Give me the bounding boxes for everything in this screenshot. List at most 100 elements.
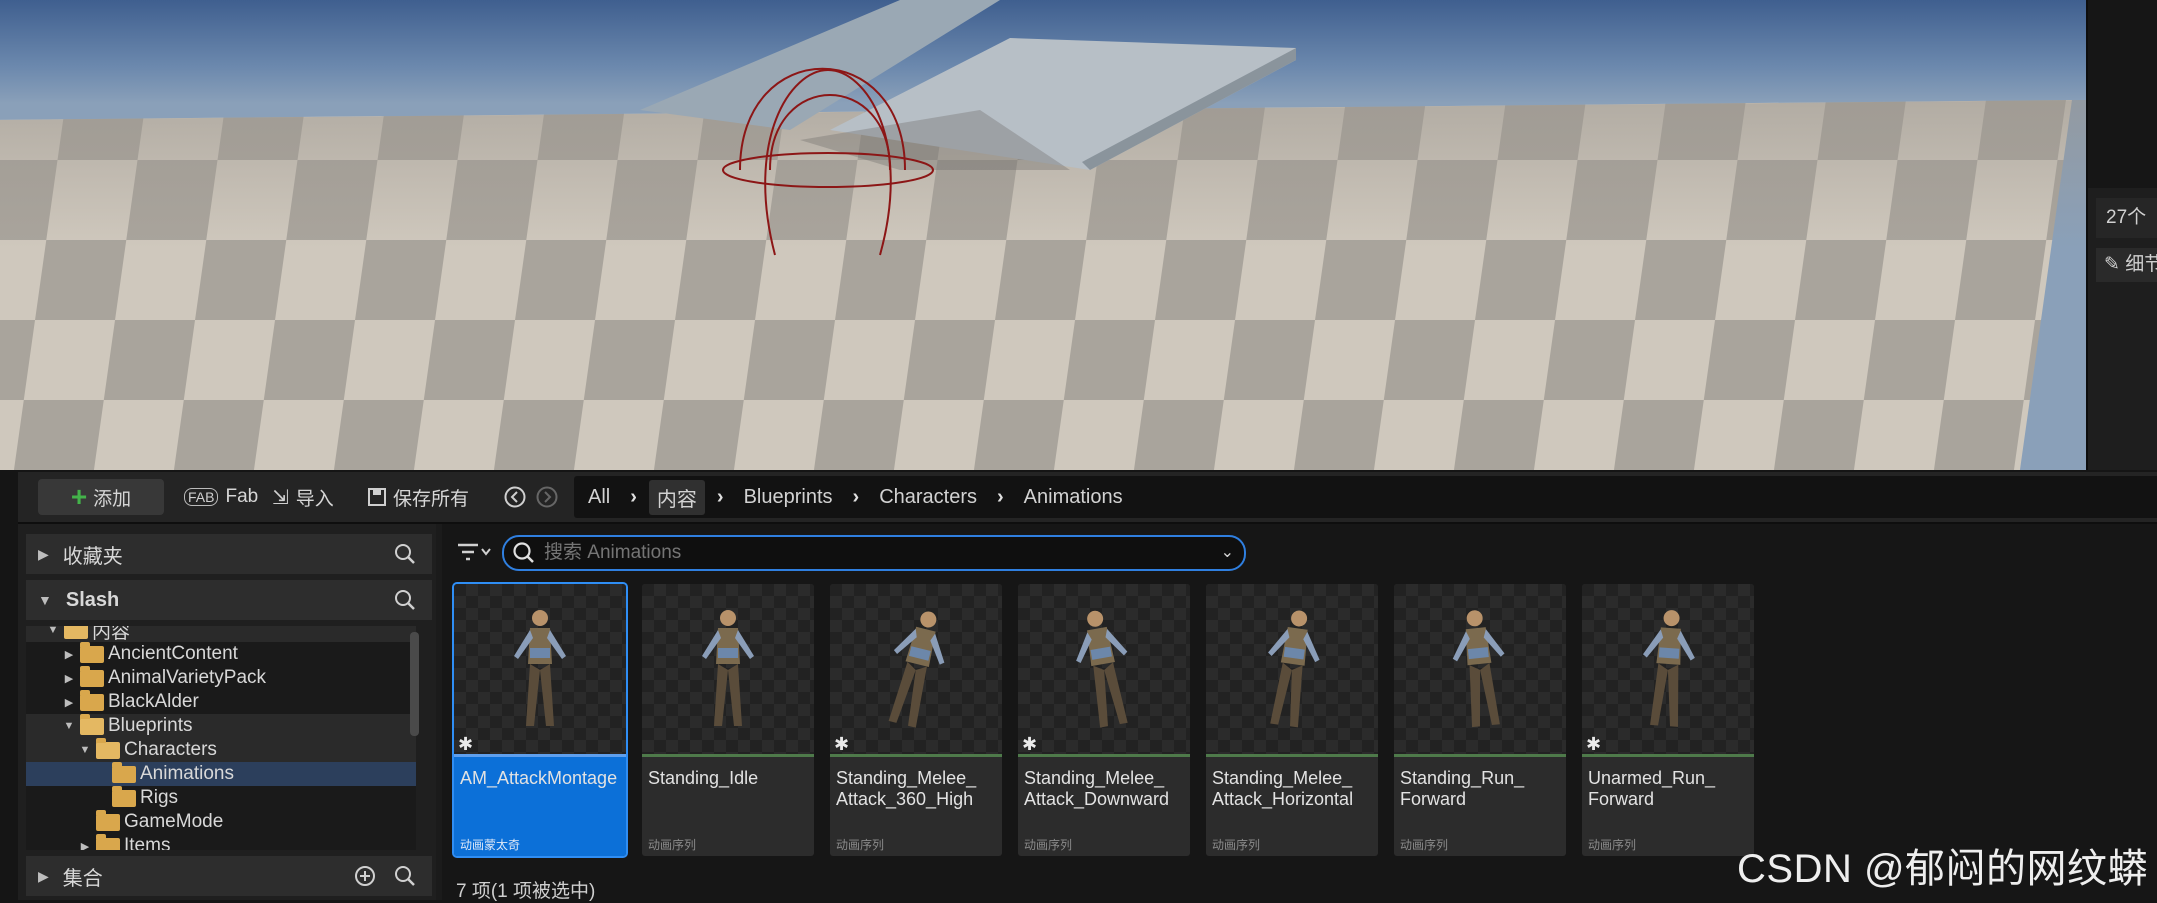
tree-item-blackalder[interactable]: ▶ BlackAlder xyxy=(26,689,416,714)
tree-item-rigs[interactable]: Rigs xyxy=(26,785,416,810)
search-icon[interactable] xyxy=(394,543,416,565)
content-browser-toolbar: + 添加 FAB Fab ⇲ 导入 保存所有 All › 内容 › Bluepr… xyxy=(18,472,2157,524)
chevron-down-icon[interactable]: ⌄ xyxy=(1221,542,1234,562)
level-viewport[interactable] xyxy=(0,0,2086,470)
asset-thumbnail xyxy=(1206,584,1378,754)
chevron-right-icon[interactable]: › xyxy=(630,486,637,509)
search-icon xyxy=(513,542,534,563)
search-input[interactable] xyxy=(542,541,1186,565)
tree-item-label: Characters xyxy=(124,739,217,760)
asset-type: 动画序列 xyxy=(1588,838,1637,852)
expand-arrow-icon[interactable]: ▶ xyxy=(62,672,76,685)
fab-button[interactable]: FAB Fab xyxy=(164,479,258,515)
asset-type-bar xyxy=(830,754,1002,757)
asterisk-icon: ✱ xyxy=(458,734,474,754)
folder-icon xyxy=(80,665,104,687)
asterisk-icon: ✱ xyxy=(1022,734,1038,754)
folder-tree: ▼ 内容 ▶ AncientContent ▶ AnimalVarietyPack ▶… xyxy=(26,626,416,850)
tree-item-gamemode[interactable]: GameMode xyxy=(26,809,416,834)
chevron-right-icon[interactable]: › xyxy=(717,486,724,509)
expand-arrow-icon[interactable]: ▶ xyxy=(78,840,92,851)
breadcrumb-item-all[interactable]: All xyxy=(580,483,618,512)
asset-thumbnail xyxy=(1582,584,1754,754)
asset-tile[interactable]: Standing_Idle 动画序列 xyxy=(642,584,814,856)
chevron-right-icon[interactable]: › xyxy=(997,486,1004,509)
save-all-button[interactable]: 保存所有 xyxy=(368,479,469,515)
asset-tile[interactable]: ✱ Standing_Melee_ Attack_Downward 动画序列 xyxy=(1018,584,1190,856)
project-header[interactable]: ▼ Slash xyxy=(26,580,432,620)
folder-icon xyxy=(64,626,88,639)
expand-arrow-icon[interactable]: ▶ xyxy=(38,868,49,885)
search-icon[interactable] xyxy=(394,589,416,611)
breadcrumb-item-characters[interactable]: Characters xyxy=(871,483,985,512)
character-figure-icon xyxy=(1268,610,1320,728)
asset-tile[interactable]: Standing_Melee_ Attack_Horizontal 动画序列 xyxy=(1206,584,1378,856)
asset-name: Standing_Run_ Forward xyxy=(1400,768,1525,809)
history-forward-button[interactable] xyxy=(536,479,558,515)
history-back-button[interactable] xyxy=(504,479,526,515)
collapse-arrow-icon[interactable]: ▼ xyxy=(78,744,92,756)
asset-tile[interactable]: ✱ Standing_Melee_ Attack_360_High 动画序列 xyxy=(830,584,1002,856)
status-text: 7 项(1 项被选中) xyxy=(456,881,596,902)
import-icon: ⇲ xyxy=(272,486,289,509)
asset-type: 动画序列 xyxy=(836,838,885,852)
tree-item-ancientcontent[interactable]: ▶ AncientContent xyxy=(26,641,416,666)
breadcrumb-item-blueprints[interactable]: Blueprints xyxy=(736,483,841,512)
collapse-arrow-icon[interactable]: ▼ xyxy=(38,592,52,608)
tree-item-label: Rigs xyxy=(140,787,179,808)
collapse-arrow-icon[interactable]: ▼ xyxy=(46,626,60,636)
asset-search-field[interactable]: ⌄ xyxy=(502,535,1246,571)
breadcrumb: All › 内容 › Blueprints › Characters › Ani… xyxy=(574,476,2157,518)
expand-arrow-icon[interactable]: ▶ xyxy=(38,546,49,563)
pencil-icon: ✎ xyxy=(2104,254,2120,275)
search-icon[interactable] xyxy=(394,865,416,887)
tree-item-characters[interactable]: ▼ Characters xyxy=(26,737,416,762)
asset-name: Unarmed_Run_ Forward xyxy=(1588,768,1716,809)
asset-thumbnail xyxy=(1018,584,1190,754)
tree-item-animalvarietypack[interactable]: ▶ AnimalVarietyPack xyxy=(26,665,416,690)
folder-icon xyxy=(96,737,120,759)
breadcrumb-item-content[interactable]: 内容 xyxy=(648,479,705,515)
character-figure-icon xyxy=(514,610,566,726)
asset-thumbnail xyxy=(1394,584,1566,754)
plus-icon: + xyxy=(70,481,88,512)
expand-arrow-icon[interactable]: ▶ xyxy=(62,648,76,661)
add-collection-icon[interactable] xyxy=(354,865,376,887)
tree-item-label: Animations xyxy=(140,763,234,784)
character-figure-icon xyxy=(1452,610,1505,728)
tree-item-label: Items xyxy=(124,835,171,850)
collections-header[interactable]: ▶ 集合 xyxy=(26,856,432,896)
tree-item-items[interactable]: ▶ Items xyxy=(26,833,416,851)
asset-type: 动画序列 xyxy=(648,838,697,852)
save-all-button-label: 保存所有 xyxy=(393,488,470,510)
breadcrumb-item-animations[interactable]: Animations xyxy=(1016,483,1131,512)
tree-item-animations[interactable]: Animations xyxy=(26,761,416,786)
tree-item-content[interactable]: ▼ 内容 xyxy=(26,626,416,643)
folder-icon xyxy=(80,689,104,711)
asset-tile[interactable]: ✱ Unarmed_Run_ Forward 动画序列 xyxy=(1582,584,1754,856)
asset-type-bar xyxy=(1394,754,1566,757)
tree-item-label: 内容 xyxy=(92,626,131,643)
character-figure-icon xyxy=(1642,610,1695,727)
add-button[interactable]: + 添加 xyxy=(38,479,164,515)
chevron-right-icon[interactable]: › xyxy=(853,486,860,509)
import-button[interactable]: ⇲ 导入 xyxy=(272,479,334,515)
asset-type: 动画序列 xyxy=(1400,838,1449,852)
asset-name: Standing_Melee_ Attack_Downward xyxy=(1024,768,1170,809)
fab-icon: FAB xyxy=(184,488,219,506)
favorites-header[interactable]: ▶ 收藏夹 xyxy=(26,534,432,574)
tree-item-blueprints[interactable]: ▼ Blueprints xyxy=(26,713,416,738)
tree-scrollbar[interactable] xyxy=(410,632,419,736)
expand-arrow-icon[interactable]: ▶ xyxy=(62,696,76,709)
asset-thumbnail xyxy=(642,584,814,754)
details-tab[interactable]: ✎ 细节 xyxy=(2096,248,2157,282)
asset-tile[interactable]: ✱ AM_AttackMontage 动画蒙太奇 xyxy=(452,582,628,858)
favorites-label: 收藏夹 xyxy=(62,545,123,568)
filter-icon[interactable] xyxy=(456,542,492,562)
asset-thumbnail xyxy=(454,584,626,754)
asset-tile[interactable]: Standing_Run_ Forward 动画序列 xyxy=(1394,584,1566,856)
collapse-arrow-icon[interactable]: ▼ xyxy=(62,720,76,732)
asset-type: 动画蒙太奇 xyxy=(460,838,521,852)
sources-panel: ▶ 收藏夹 ▼ Slash ▼ 内容 ▶ AncientContent ▶ Anima… xyxy=(18,524,436,900)
asset-thumbnail xyxy=(830,584,1002,754)
